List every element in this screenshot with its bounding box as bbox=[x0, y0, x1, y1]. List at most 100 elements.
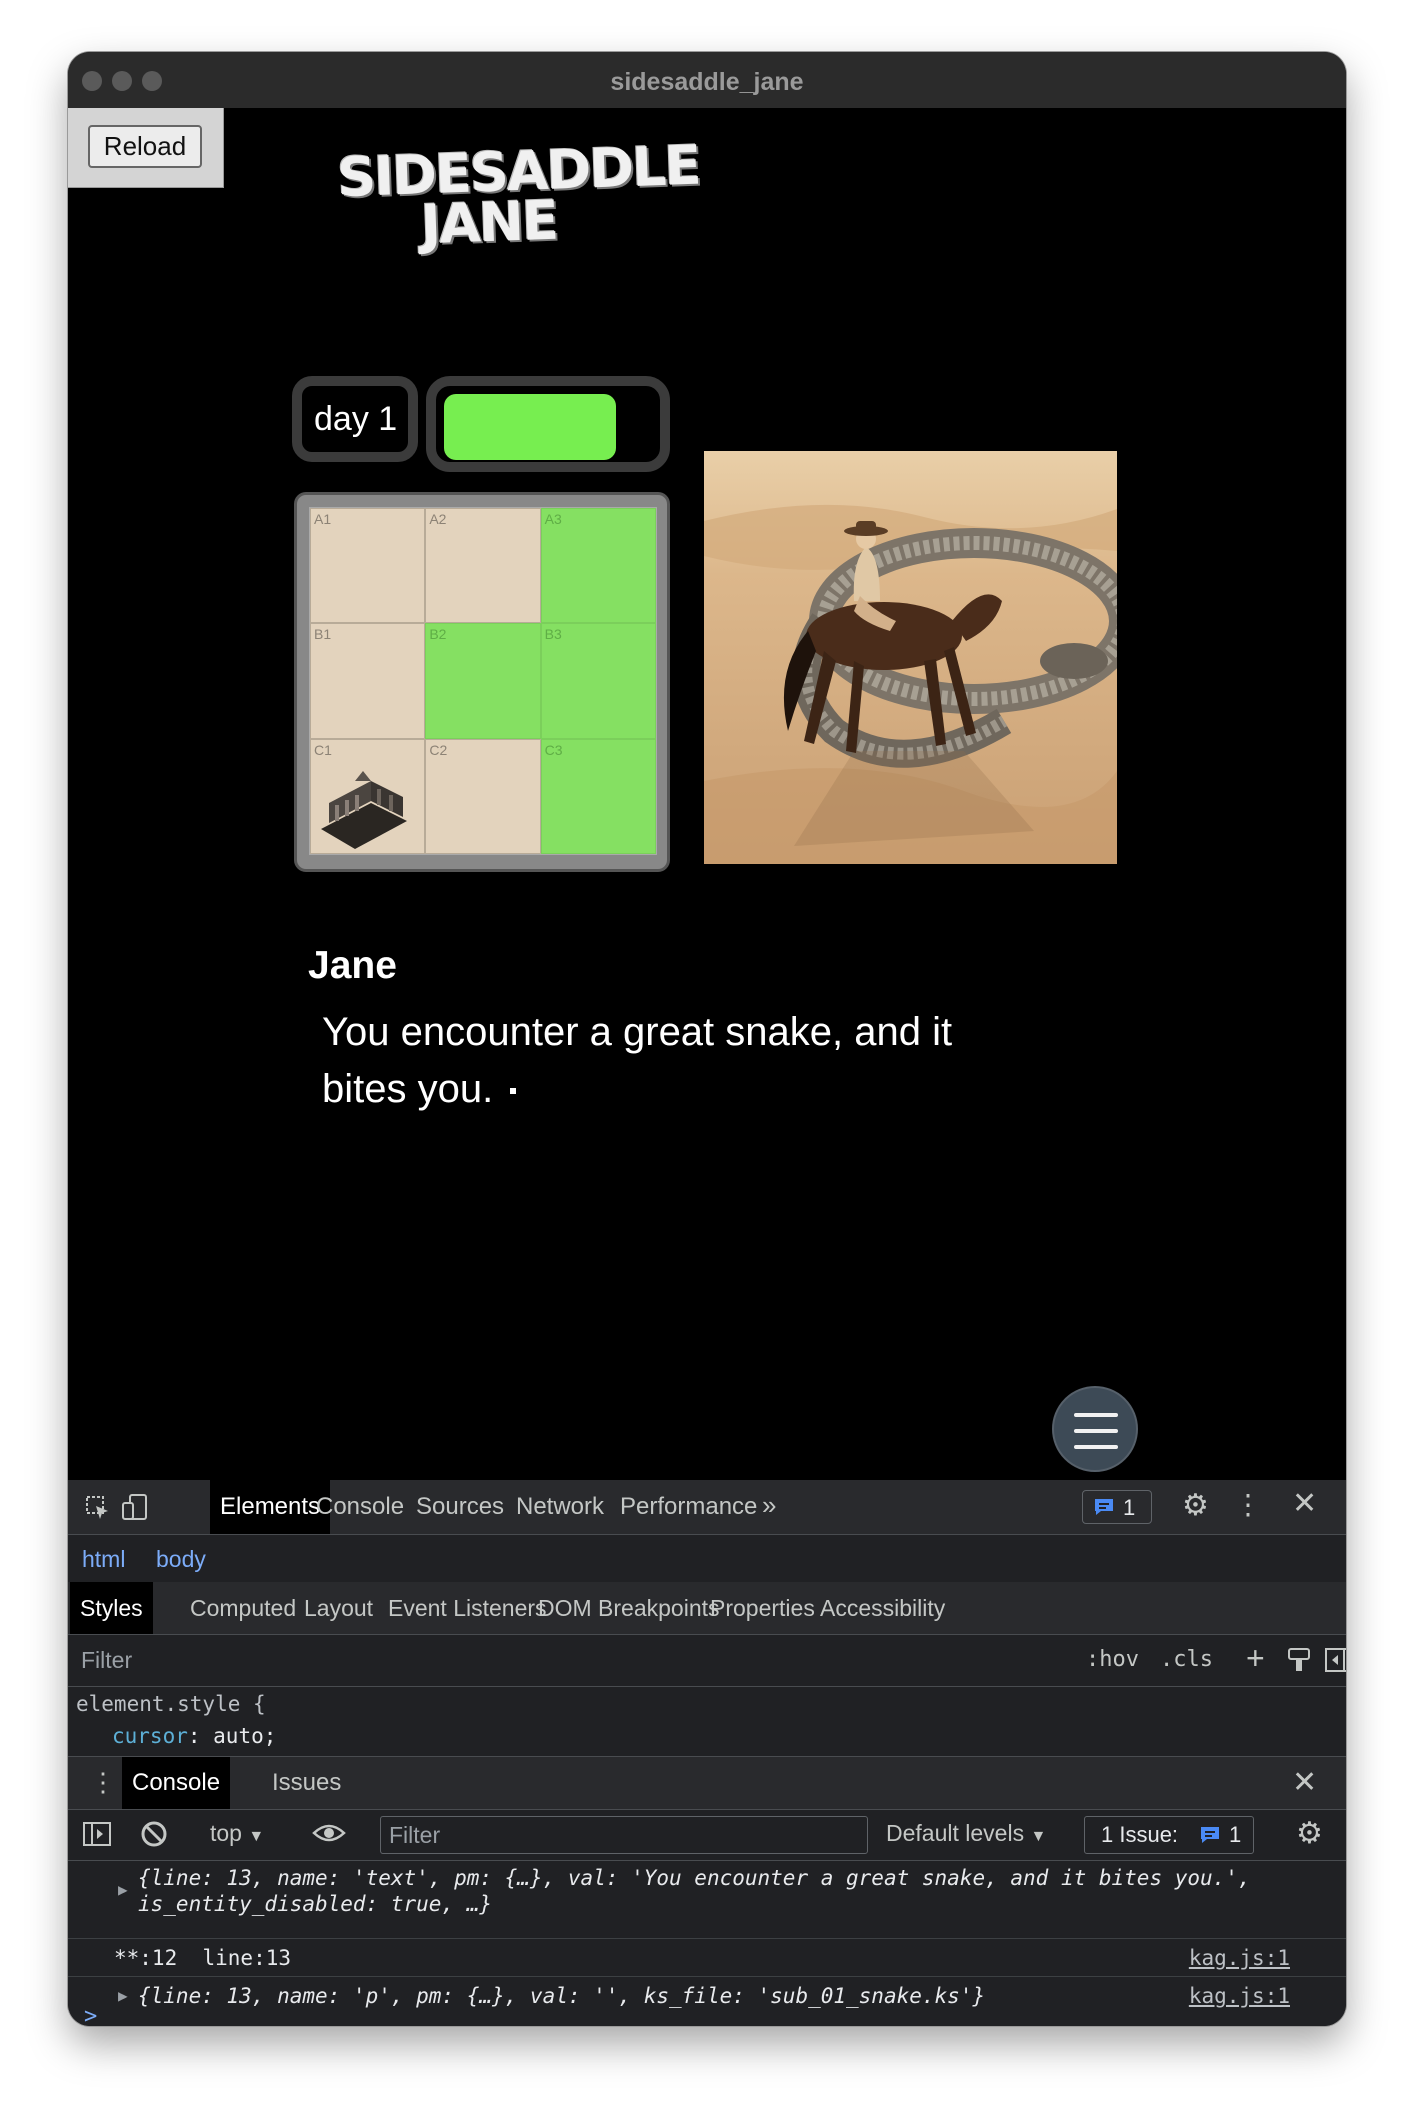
cell-label: B1 bbox=[314, 626, 332, 643]
close-icon[interactable]: ✕ bbox=[1292, 1486, 1317, 1521]
devtools-panel: Elements Console Sources Network Perform… bbox=[68, 1480, 1346, 2026]
drawer-tab-console[interactable]: Console bbox=[122, 1757, 231, 1809]
device-toolbar-icon[interactable] bbox=[120, 1492, 150, 1522]
reload-button[interactable]: Reload bbox=[88, 125, 202, 168]
styles-pane: element.style { cursor: auto; bbox=[68, 1686, 1346, 1750]
context-select[interactable]: top ▼ bbox=[210, 1820, 264, 1847]
cell-label: A2 bbox=[429, 511, 447, 527]
drawer-tab-issues[interactable]: Issues bbox=[262, 1757, 351, 1809]
css-value: auto; bbox=[213, 1724, 277, 1748]
tab-console[interactable]: Console bbox=[306, 1480, 414, 1534]
breadcrumb-html[interactable]: html bbox=[82, 1546, 125, 1573]
inspect-element-icon[interactable] bbox=[84, 1494, 112, 1522]
map-cell-b2[interactable]: B2 bbox=[425, 623, 541, 739]
message-icon bbox=[1095, 1499, 1113, 1515]
log-text: {line: 13, name: 'p', pm: {…}, val: '', … bbox=[138, 1984, 986, 2008]
tab-sources[interactable]: Sources bbox=[406, 1480, 514, 1534]
map-cell-a1[interactable]: A1 bbox=[310, 508, 426, 624]
console-log-entry[interactable]: **:12 line:13 kag.js:1 bbox=[68, 1938, 1346, 1977]
paint-icon[interactable] bbox=[1286, 1646, 1312, 1674]
health-bar-fill bbox=[444, 394, 617, 460]
clear-console-icon[interactable] bbox=[140, 1820, 168, 1848]
log-text: **:12 line:13 bbox=[114, 1946, 292, 1970]
cell-label: C3 bbox=[544, 741, 563, 758]
breadcrumb: html body bbox=[68, 1534, 1346, 1583]
expand-triangle-icon[interactable]: ▶ bbox=[118, 1880, 128, 1899]
expand-triangle-icon[interactable]: ▶ bbox=[118, 1986, 128, 2005]
plus-icon[interactable]: + bbox=[1246, 1640, 1265, 1677]
context-value: top bbox=[210, 1820, 242, 1846]
map-cell-b1[interactable]: B1 bbox=[310, 623, 426, 739]
tab-computed[interactable]: Computed bbox=[180, 1582, 306, 1634]
styles-subtabs: Styles Computed Layout Event Listeners D… bbox=[68, 1582, 1346, 1635]
cell-label: B3 bbox=[544, 626, 562, 643]
issues-label: 1 Issue: bbox=[1101, 1822, 1179, 1847]
tab-layout[interactable]: Layout bbox=[294, 1582, 383, 1634]
gear-icon[interactable]: ⚙ bbox=[1182, 1488, 1209, 1523]
map-cell-c2[interactable]: C2 bbox=[425, 738, 541, 854]
health-bar bbox=[426, 376, 670, 472]
console-log-entry[interactable]: ▶ {line: 13, name: 'p', pm: {…}, val: ''… bbox=[68, 1976, 1346, 2014]
hamburger-icon[interactable] bbox=[1052, 1386, 1138, 1472]
log-source-link[interactable]: kag.js:1 bbox=[1189, 1984, 1290, 2008]
sidebar-toggle-icon[interactable] bbox=[1324, 1646, 1346, 1674]
issues-count: 1 bbox=[1123, 1495, 1136, 1520]
map-cell-a2[interactable]: A2 bbox=[425, 508, 541, 624]
map-cell-a3[interactable]: A3 bbox=[540, 508, 656, 624]
breadcrumb-body[interactable]: body bbox=[156, 1546, 206, 1573]
eye-icon[interactable] bbox=[312, 1820, 346, 1846]
map-grid: A1 A2 A3 B1 B2 B3 C1 C2 C3 bbox=[309, 507, 657, 855]
css-property: cursor bbox=[112, 1724, 188, 1748]
map-cell-c3[interactable]: C3 bbox=[540, 738, 656, 854]
prompt-caret: > bbox=[84, 2004, 98, 2026]
console-filter-input[interactable] bbox=[380, 1816, 868, 1854]
console-log-entry[interactable]: ▶ {line: 13, name: 'text', pm: {…}, val:… bbox=[68, 1860, 1346, 1939]
game-logo: SIDESADDLE JANE bbox=[336, 134, 700, 257]
gear-icon[interactable]: ⚙ bbox=[1296, 1816, 1323, 1851]
sidebar-icon[interactable] bbox=[82, 1820, 112, 1848]
default-levels-select[interactable]: Default levels ▼ bbox=[886, 1820, 1046, 1847]
console-prompt-row[interactable]: > bbox=[84, 2004, 1324, 2026]
tab-network[interactable]: Network bbox=[506, 1480, 614, 1534]
issues-button[interactable]: 1 Issue: 1 bbox=[1084, 1816, 1254, 1854]
drawer-tabs: ⋮ Console Issues ✕ bbox=[68, 1756, 1346, 1810]
cell-label: C1 bbox=[314, 741, 332, 758]
dropdown-caret-icon: ▼ bbox=[1030, 1828, 1047, 1845]
hov-toggle[interactable]: :hov bbox=[1086, 1647, 1139, 1672]
console-toolbar: top ▼ Default levels ▼ 1 Issue: 1 ⚙ bbox=[68, 1808, 1346, 1861]
tab-performance[interactable]: Performance bbox=[610, 1480, 767, 1534]
title-bar: sidesaddle_jane bbox=[68, 52, 1346, 109]
drawer-menu-icon[interactable]: ⋮ bbox=[90, 1767, 116, 1798]
app-window: sidesaddle_jane Reload SIDESADDLE JANE d… bbox=[68, 52, 1346, 2026]
kebab-menu-icon[interactable]: ⋮ bbox=[1234, 1488, 1262, 1521]
log-line: is_entity_disabled: true, …} bbox=[138, 1892, 493, 1916]
styles-filter-input[interactable] bbox=[68, 1634, 1018, 1686]
element-style-rule[interactable]: cursor: auto; bbox=[112, 1724, 276, 1748]
text-cursor-icon bbox=[510, 1088, 517, 1095]
log-source-link[interactable]: kag.js:1 bbox=[1189, 1946, 1290, 1970]
log-line: {line: 13, name: 'text', pm: {…}, val: '… bbox=[138, 1866, 1251, 1890]
map-cell-c1[interactable]: C1 bbox=[310, 738, 426, 854]
chevron-double-right-icon[interactable]: » bbox=[762, 1490, 776, 1521]
reload-bar: Reload bbox=[68, 108, 224, 188]
devtools-main-tabs: Elements Console Sources Network Perform… bbox=[68, 1480, 1346, 1535]
ruin-icon bbox=[321, 771, 407, 849]
day-counter: day 1 bbox=[292, 376, 418, 462]
game-area[interactable]: Reload SIDESADDLE JANE day 1 A1 A2 A3 B1… bbox=[68, 108, 1346, 1480]
tab-accessibility[interactable]: Accessibility bbox=[810, 1582, 955, 1634]
close-drawer-icon[interactable]: ✕ bbox=[1292, 1765, 1317, 1800]
window-title: sidesaddle_jane bbox=[610, 68, 804, 96]
tab-properties[interactable]: Properties bbox=[700, 1582, 825, 1634]
dialogue-text[interactable]: You encounter a great snake, and it bite… bbox=[322, 1004, 1042, 1118]
cell-label: B2 bbox=[429, 626, 447, 643]
message-icon bbox=[1201, 1827, 1219, 1843]
day-label: day 1 bbox=[314, 400, 398, 438]
cls-toggle[interactable]: .cls bbox=[1160, 1647, 1213, 1672]
speaker-name: Jane bbox=[308, 944, 397, 987]
map-cell-b3[interactable]: B3 bbox=[540, 623, 656, 739]
tab-styles[interactable]: Styles bbox=[70, 1582, 153, 1634]
issues-badge[interactable]: 1 bbox=[1082, 1490, 1152, 1524]
scene-illustration bbox=[704, 451, 1117, 864]
issues-count: 1 bbox=[1229, 1822, 1242, 1847]
cell-label: A3 bbox=[544, 511, 562, 527]
